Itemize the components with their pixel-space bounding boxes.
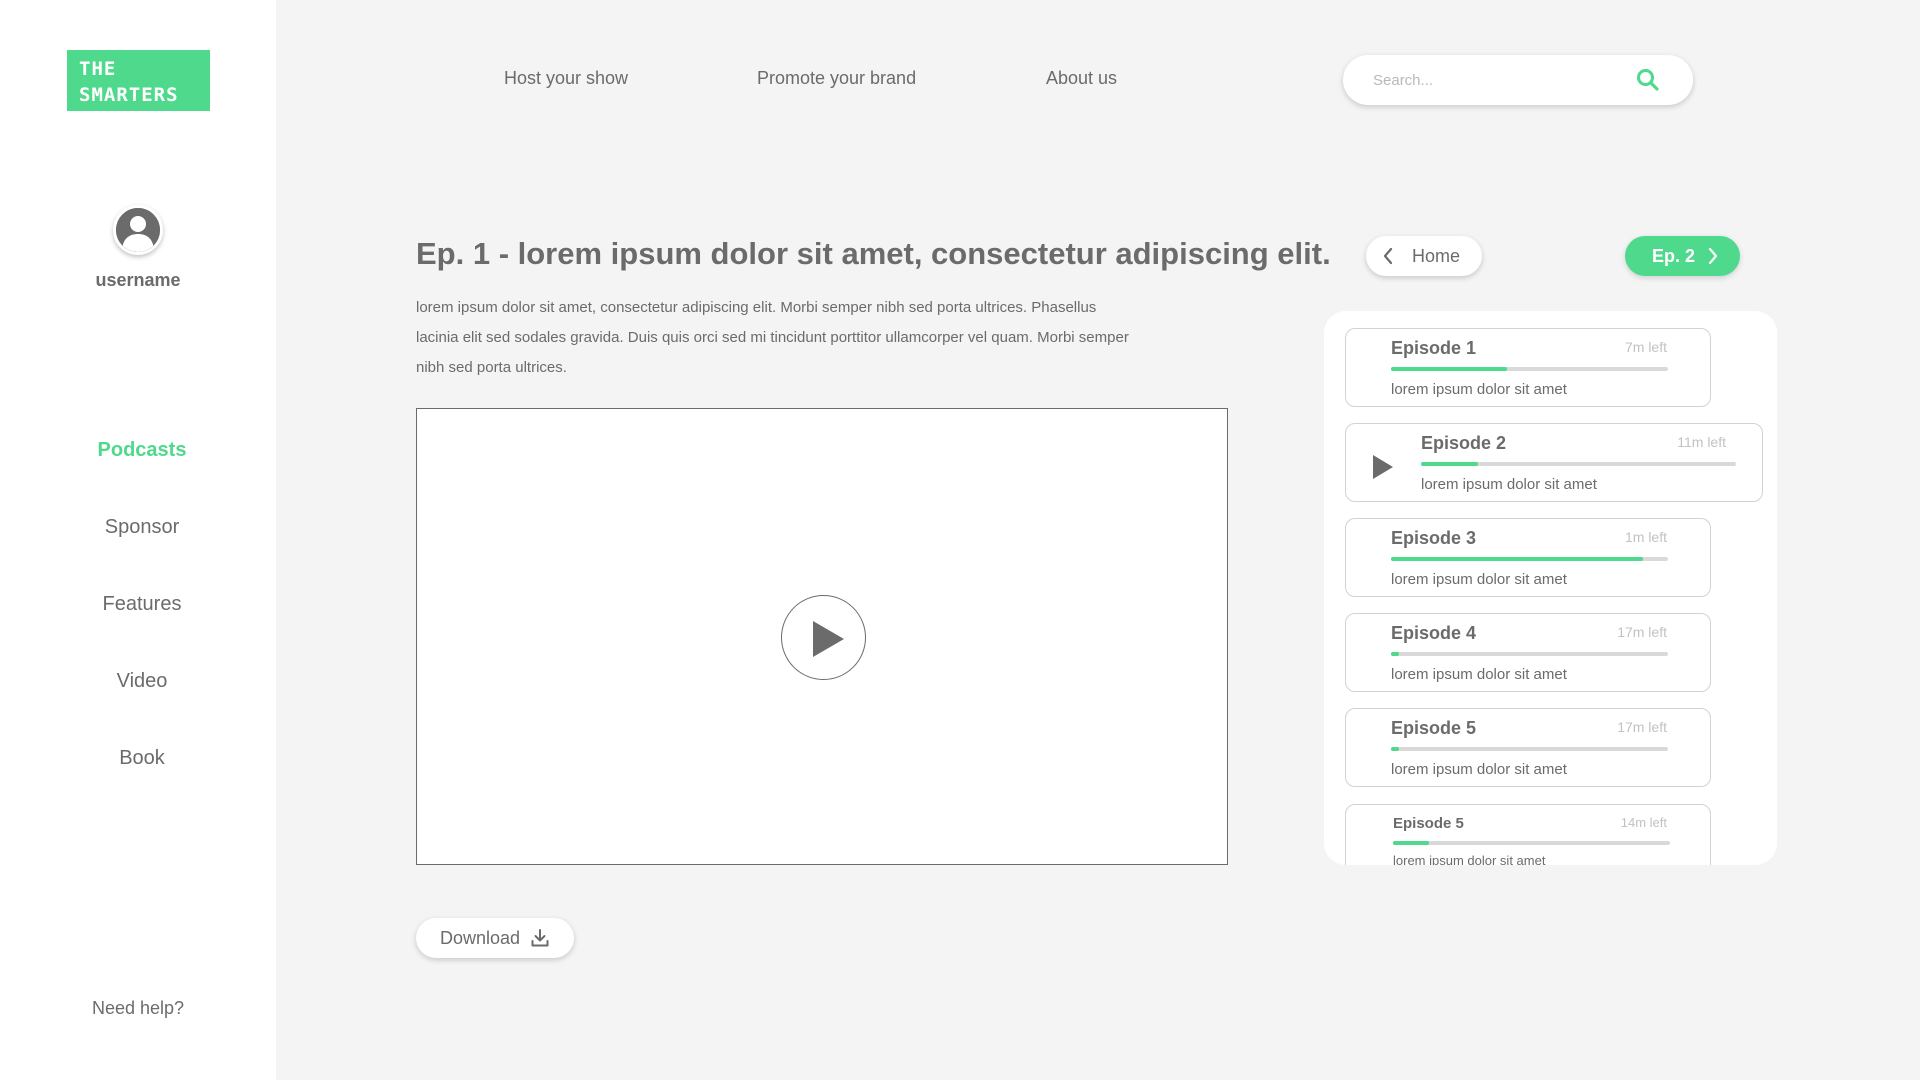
brand-logo-line2: SMARTERS xyxy=(79,84,179,106)
chevron-right-icon xyxy=(1708,247,1718,265)
episode-name: Episode 4 xyxy=(1391,623,1477,643)
home-button[interactable]: Home xyxy=(1366,236,1482,276)
username: username xyxy=(95,270,181,290)
episode-card[interactable]: Episode 1 7m left lorem ipsum dolor sit … xyxy=(1345,328,1711,407)
episode-time-left: 17m left xyxy=(1617,624,1667,640)
episode-name: Episode 3 xyxy=(1391,528,1477,548)
sidebar-item-book[interactable]: Book xyxy=(0,738,284,815)
episode-card[interactable]: Episode 5 17m left lorem ipsum dolor sit… xyxy=(1345,708,1711,787)
episode-name: Episode 1 xyxy=(1391,338,1477,358)
sidebar: THE SMARTERS username Podcasts Sponsor F… xyxy=(0,0,276,1080)
next-episode-button[interactable]: Ep. 2 xyxy=(1625,236,1740,276)
episode-list-panel: Episode 1 7m left lorem ipsum dolor sit … xyxy=(1324,311,1777,865)
help-link[interactable]: Need help? xyxy=(0,998,276,1019)
nav-link-promote-your-brand[interactable]: Promote your brand xyxy=(757,68,916,89)
episode-progress-fill xyxy=(1393,841,1429,845)
nav-link-host-your-show[interactable]: Host your show xyxy=(504,68,628,89)
sidebar-item-video[interactable]: Video xyxy=(0,661,284,738)
home-button-label: Home xyxy=(1412,246,1461,266)
episode-progress-bar xyxy=(1391,557,1668,561)
episode-time-left: 14m left xyxy=(1620,815,1667,830)
episode-subtitle: lorem ipsum dolor sit amet xyxy=(1391,571,1567,588)
episode-time-left: 11m left xyxy=(1677,434,1726,450)
episode-progress-fill xyxy=(1391,367,1508,371)
download-button[interactable]: Download xyxy=(416,918,574,958)
episode-progress-fill xyxy=(1421,462,1478,466)
episode-progress-bar xyxy=(1391,367,1668,371)
episode-description: lorem ipsum dolor sit amet, consectetur … xyxy=(416,299,1129,376)
search-icon[interactable] xyxy=(1635,67,1661,93)
episode-progress-bar xyxy=(1391,747,1668,751)
avatar[interactable] xyxy=(113,205,163,255)
episode-card-playing[interactable]: Episode 2 11m left lorem ipsum dolor sit… xyxy=(1345,423,1763,502)
download-label: Download xyxy=(440,927,521,948)
episode-subtitle: lorem ipsum dolor sit amet xyxy=(1391,666,1567,683)
episode-subtitle: lorem ipsum dolor sit amet xyxy=(1391,761,1567,778)
play-icon xyxy=(813,621,844,657)
brand-logo[interactable]: THE SMARTERS xyxy=(67,50,210,111)
next-episode-label: Ep. 2 xyxy=(1652,246,1696,266)
episode-progress-fill xyxy=(1391,652,1400,656)
sidebar-item-features[interactable]: Features xyxy=(0,584,284,661)
sidebar-item-podcasts[interactable]: Podcasts xyxy=(0,430,284,507)
episode-card[interactable]: Episode 5 14m left lorem ipsum dolor sit… xyxy=(1345,804,1711,865)
episode-title: Ep. 1 - lorem ipsum dolor sit amet, cons… xyxy=(416,236,1331,271)
episode-progress-fill xyxy=(1391,557,1644,561)
episode-progress-fill xyxy=(1391,747,1400,751)
episode-time-left: 7m left xyxy=(1624,339,1667,355)
user-silhouette-icon xyxy=(116,208,160,252)
episode-subtitle: lorem ipsum dolor sit amet xyxy=(1421,476,1597,493)
episode-progress-bar xyxy=(1391,652,1668,656)
episode-name: Episode 2 xyxy=(1421,433,1507,453)
download-icon xyxy=(531,929,549,947)
chevron-left-icon xyxy=(1383,247,1393,265)
video-player[interactable] xyxy=(416,408,1228,865)
episode-time-left: 1m left xyxy=(1624,529,1667,545)
episode-name: Episode 5 xyxy=(1393,815,1464,832)
episode-card[interactable]: Episode 4 17m left lorem ipsum dolor sit… xyxy=(1345,613,1711,692)
video-play-button[interactable] xyxy=(781,595,866,680)
brand-logo-line1: THE xyxy=(79,58,117,80)
episode-progress-bar xyxy=(1393,841,1670,845)
search-input[interactable] xyxy=(1373,69,1633,91)
episode-name: Episode 5 xyxy=(1391,718,1477,738)
nav-link-about-us[interactable]: About us xyxy=(1046,68,1117,89)
episode-subtitle: lorem ipsum dolor sit amet xyxy=(1391,381,1567,398)
play-icon xyxy=(1373,455,1393,479)
episode-card[interactable]: Episode 3 1m left lorem ipsum dolor sit … xyxy=(1345,518,1711,597)
sidebar-nav: Podcasts Sponsor Features Video Book xyxy=(0,430,284,815)
episode-subtitle: lorem ipsum dolor sit amet xyxy=(1393,853,1546,865)
episode-time-left: 17m left xyxy=(1617,719,1667,735)
sidebar-item-sponsor[interactable]: Sponsor xyxy=(0,507,284,584)
search-bar xyxy=(1343,55,1693,105)
episode-progress-bar xyxy=(1421,462,1736,466)
